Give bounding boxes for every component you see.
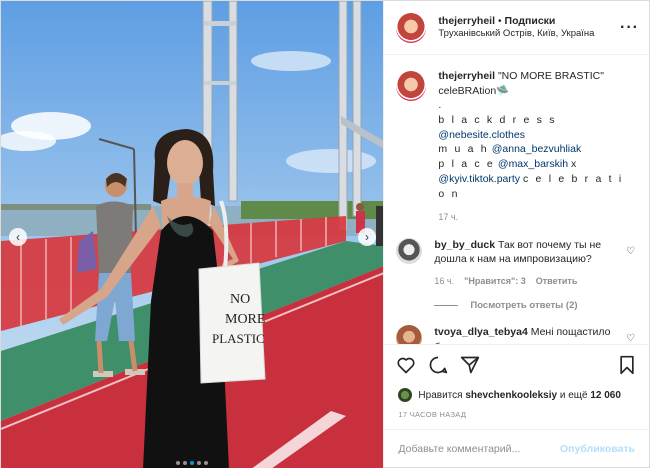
header-separator: • [498, 15, 502, 27]
caption-time[interactable]: 17 ч. [438, 211, 635, 224]
pylon-crossbar [204, 21, 236, 26]
add-comment-form: Опубликовать [384, 429, 649, 467]
bridge-pylon [352, 1, 362, 217]
bookmark-icon[interactable] [617, 355, 637, 375]
commenter-avatar[interactable] [396, 237, 423, 264]
reply-button[interactable]: Ответить [536, 275, 578, 287]
chevron-right-icon[interactable]: › [358, 228, 376, 246]
commenter-avatar[interactable] [396, 325, 423, 344]
comment-input[interactable] [398, 442, 561, 455]
mention-link[interactable]: @nebesite.clothes [438, 129, 525, 141]
view-replies-label: Посмотреть ответы (2) [470, 300, 578, 312]
liker-avatar[interactable] [398, 388, 413, 402]
likes-count[interactable]: 12 060 [590, 390, 621, 401]
carousel-dots [1, 461, 383, 465]
caption-line6: p l a c e [438, 158, 495, 171]
comment-likes[interactable]: "Нравится": 3 [464, 275, 526, 287]
post-sidebar: thejerryheil • Подписки Труханівський Остр… [383, 1, 649, 467]
post-header: thejerryheil • Подписки Труханівський Остр… [384, 1, 649, 55]
liker-username[interactable]: shevchenkooleksiy [465, 390, 557, 401]
comment-icon[interactable] [428, 355, 448, 375]
ufo-emoji: 🛸 [496, 84, 510, 97]
carousel-dot-active [190, 461, 195, 465]
caption-line6-suffix: x [571, 158, 577, 171]
bag-text-more: MORE [225, 312, 265, 327]
comment-time[interactable]: 16 ч. [434, 275, 454, 287]
carousel-dot [183, 461, 188, 465]
mention-link[interactable]: @anna_bezvuhliak [492, 143, 581, 155]
cloud [286, 149, 376, 173]
comment-body: by_by_duck Так вот почему ты не дошла к … [434, 238, 612, 287]
caption-username[interactable]: thejerryheil [438, 70, 495, 82]
bridge-pylon [338, 1, 348, 232]
caption-line2: celeBRAtion [438, 84, 497, 97]
post-timestamp[interactable]: 17 ЧАСОВ НАЗАД [384, 406, 649, 429]
author-meta: thejerryheil • Подписки Труханівський Остр… [438, 14, 620, 41]
post-caption: thejerryheil "NO MORE BRASTIC" celeBRAti… [396, 69, 635, 224]
pylon-crossbar [204, 81, 236, 85]
caption-line5: m u a h [438, 143, 489, 156]
heart-icon[interactable] [396, 355, 416, 375]
mention-link[interactable]: @kyiv.tiktok.party [438, 173, 520, 185]
publish-button[interactable]: Опубликовать [560, 443, 635, 455]
likes-summary: Нравится shevchenkooleksiy и ещё 12 060 [384, 384, 649, 406]
comment-heart-icon[interactable]: ♡ [626, 333, 635, 344]
mention-link[interactable]: @max_barskih [498, 158, 568, 170]
caption-body: thejerryheil "NO MORE BRASTIC" celeBRAti… [438, 69, 635, 224]
replies-divider [434, 305, 459, 307]
carousel-dot [197, 461, 202, 465]
view-replies-button[interactable]: Посмотреть ответы (2) [434, 300, 635, 311]
caption-line1: "NO MORE BRASTIC" [497, 70, 604, 82]
bridge-pylon [228, 1, 238, 202]
post-photo[interactable]: NO MORE PLASTIC ‹ › [1, 1, 384, 468]
caption-avatar[interactable] [396, 71, 427, 101]
comment-meta: 16 ч. "Нравится": 3 Ответить [434, 275, 612, 287]
commenter-username[interactable]: tvoya_dlya_tebya4 [434, 326, 527, 338]
comment: by_by_duck Так вот почему ты не дошла к … [396, 237, 635, 287]
bag-text-plastic: PLASTIC [212, 331, 265, 346]
author-username[interactable]: thejerryheil [438, 15, 495, 27]
chevron-left-icon[interactable]: ‹ [9, 228, 27, 246]
likes-middle: и ещё [559, 389, 588, 401]
follow-button[interactable]: Подписки [505, 15, 556, 27]
carousel-dot [204, 461, 209, 465]
carousel-dot [176, 461, 181, 465]
instagram-post: NO MORE PLASTIC ‹ › thejerryheil • Подписк… [0, 0, 650, 468]
comments-list[interactable]: thejerryheil "NO MORE BRASTIC" celeBRAti… [384, 55, 649, 344]
more-horizontal-icon[interactable]: ··· [620, 19, 639, 37]
comment-heart-icon[interactable]: ♡ [626, 246, 635, 257]
photo-scene: NO MORE PLASTIC [1, 1, 384, 468]
action-bar [384, 344, 649, 384]
comment-body: tvoya_dlya_tebya4 Мені пощастило бути тв… [434, 325, 612, 344]
caption-line3: . [438, 99, 442, 112]
comment: tvoya_dlya_tebya4 Мені пощастило бути тв… [396, 325, 635, 344]
post-location[interactable]: Труханівський Острів, Київ, Україна [438, 28, 620, 41]
cloud [251, 51, 331, 71]
author-avatar[interactable] [396, 12, 427, 43]
commenter-username[interactable]: by_by_duck [434, 239, 495, 251]
caption-line4: b l a c k d r e s s [438, 114, 557, 127]
bag-text-no: NO [230, 292, 250, 307]
likes-prefix: Нравится [418, 389, 463, 401]
share-icon[interactable] [460, 355, 480, 375]
